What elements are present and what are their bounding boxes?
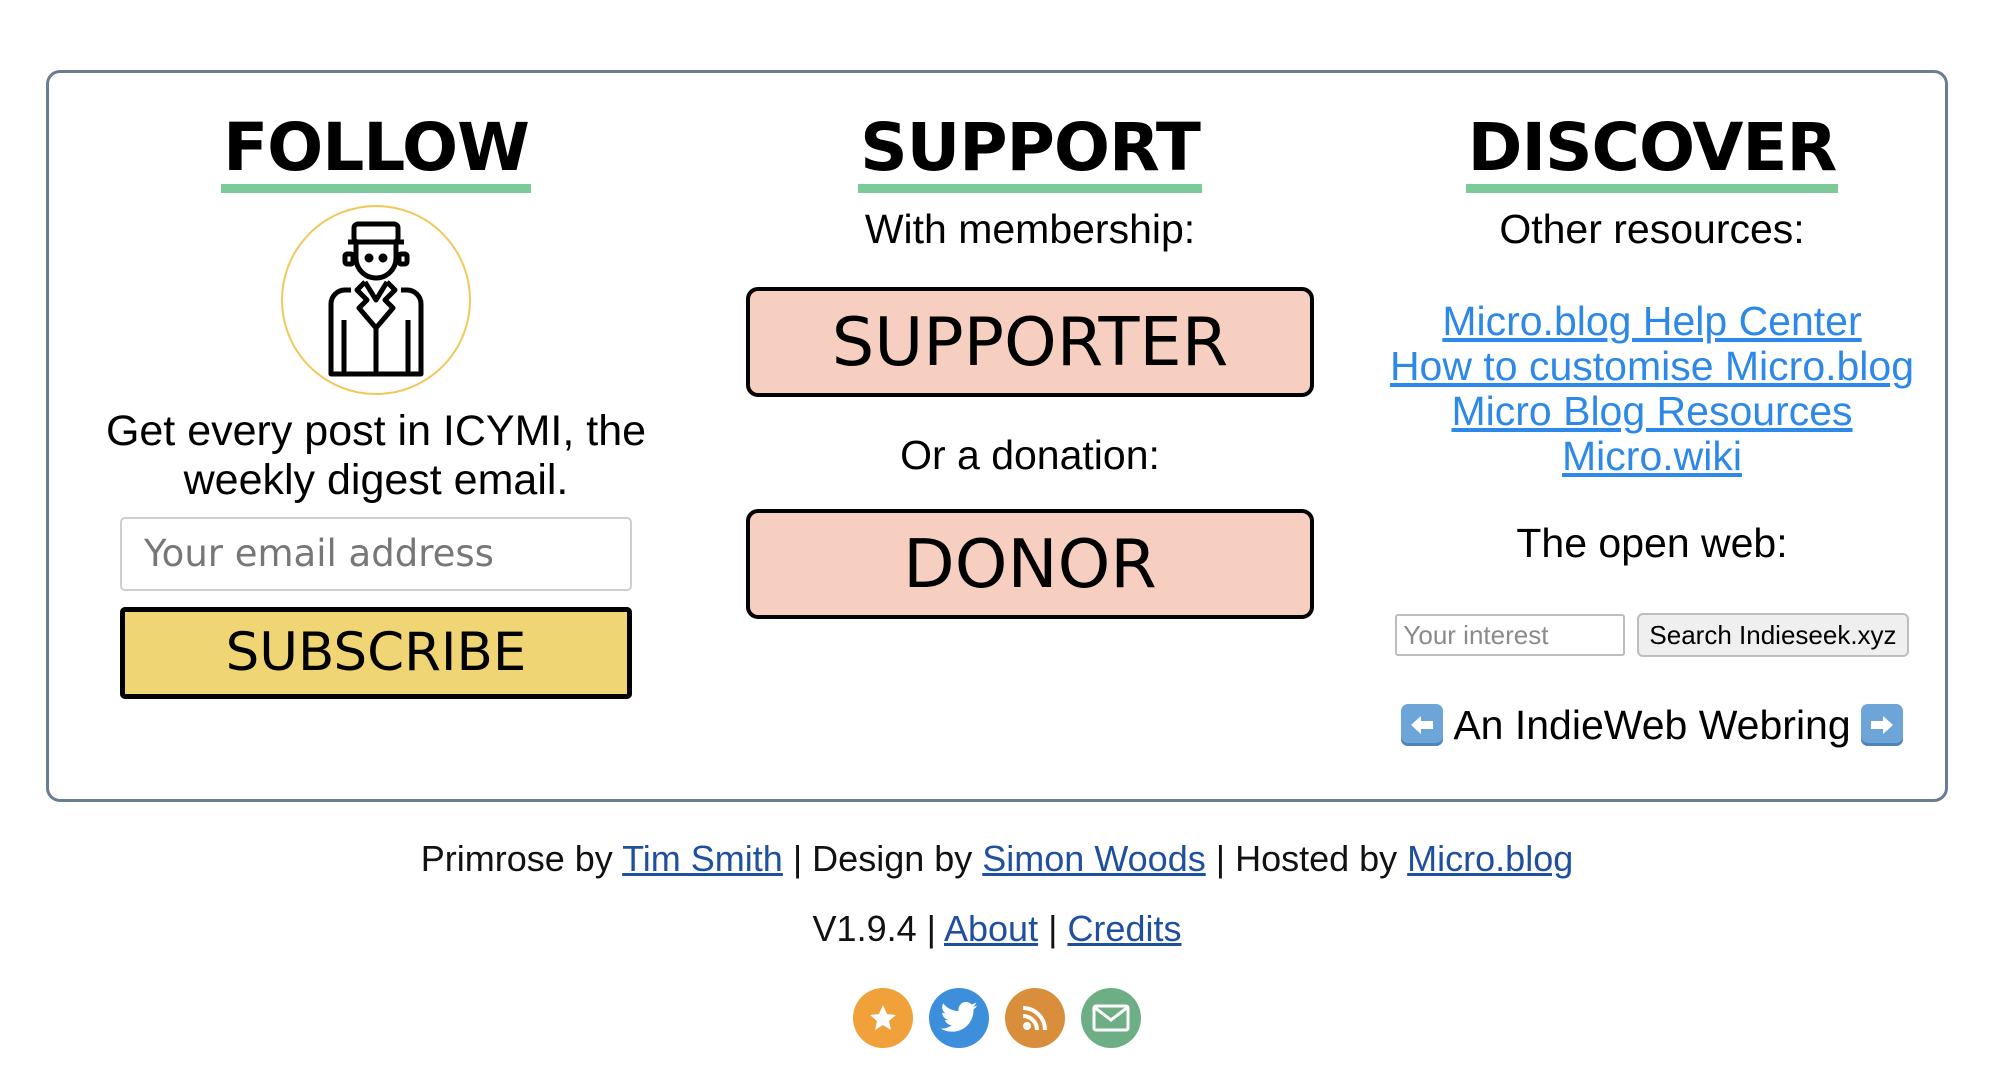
twitter-icon[interactable] <box>929 988 989 1048</box>
donation-text: Or a donation: <box>900 432 1160 479</box>
micro-blog-icon[interactable] <box>853 988 913 1048</box>
search-indieseek-button[interactable]: Search Indieseek.xyz <box>1637 613 1909 658</box>
email-icon[interactable] <box>1081 988 1141 1048</box>
supporter-button[interactable]: SUPPORTER <box>746 287 1314 398</box>
link-help-center[interactable]: Micro.blog Help Center <box>1357 299 1947 344</box>
version-text: V1.9.4 <box>812 908 917 949</box>
design-prefix: | Design by <box>782 838 983 879</box>
digest-line-1: Get every post in ICYMI, the <box>105 407 647 456</box>
credits-line: Primrose by Tim Smith | Design by Simon … <box>0 838 1994 880</box>
hosted-prefix: | Hosted by <box>1205 838 1408 879</box>
micro-blog-link[interactable]: Micro.blog <box>1407 838 1573 879</box>
link-micro-wiki[interactable]: Micro.wiki <box>1357 434 1947 479</box>
subscribe-button[interactable]: SUBSCRIBE <box>120 607 632 700</box>
digest-line-2: weekly digest email. <box>183 456 569 505</box>
email-field[interactable]: Your email address <box>120 517 632 592</box>
tim-smith-link[interactable]: Tim Smith <box>622 838 783 879</box>
footer-panel: FOLLOW Get every post in ICYMI, the week… <box>46 70 1948 802</box>
separator: | <box>916 908 944 949</box>
open-web-text: The open web: <box>1516 520 1788 567</box>
search-row: Your interest Search Indieseek.xyz <box>1357 613 1947 658</box>
membership-text: With membership: <box>864 206 1196 253</box>
discover-heading: DISCOVER <box>1465 113 1839 194</box>
discover-column: DISCOVER Other resources: Micro.blog Hel… <box>1357 73 1947 799</box>
webring: An IndieWeb Webring <box>1357 701 1947 749</box>
rss-icon[interactable] <box>1005 988 1065 1048</box>
webring-label[interactable]: An IndieWeb Webring <box>1453 701 1850 749</box>
follow-column: FOLLOW Get every post in ICYMI, the week… <box>49 73 703 799</box>
link-customise[interactable]: How to customise Micro.blog <box>1357 344 1947 389</box>
separator: | <box>1038 908 1068 949</box>
digest-description: Get every post in ICYMI, the weekly dige… <box>49 407 703 505</box>
about-link[interactable]: About <box>944 908 1038 949</box>
resources-text: Other resources: <box>1499 206 1805 253</box>
simon-woods-link[interactable]: Simon Woods <box>982 838 1205 879</box>
support-heading: SUPPORT <box>858 113 1202 194</box>
credits-link[interactable]: Credits <box>1067 908 1181 949</box>
social-icons <box>0 988 1994 1048</box>
doorman-avatar-icon <box>281 205 471 396</box>
resource-links: Micro.blog Help Center How to customise … <box>1357 299 1947 479</box>
support-column: SUPPORT With membership: SUPPORTER Or a … <box>703 73 1357 799</box>
right-arrow-icon[interactable] <box>1860 704 1903 747</box>
follow-heading: FOLLOW <box>221 113 531 194</box>
link-resources[interactable]: Micro Blog Resources <box>1357 389 1947 434</box>
donor-button[interactable]: DONOR <box>746 509 1314 620</box>
primrose-prefix: Primrose by <box>420 838 623 879</box>
interest-input[interactable]: Your interest <box>1395 614 1626 657</box>
left-arrow-icon[interactable] <box>1401 704 1444 747</box>
version-line: V1.9.4 | About | Credits <box>0 908 1994 950</box>
